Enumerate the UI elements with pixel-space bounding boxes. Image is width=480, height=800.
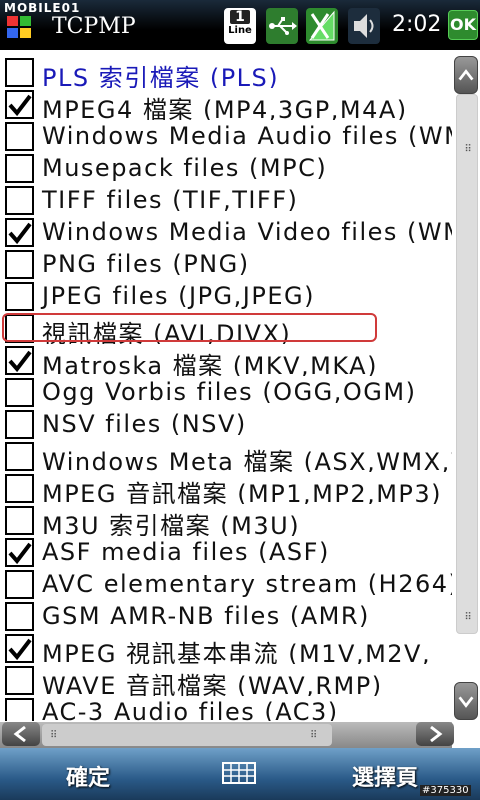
list-item[interactable]: Windows Meta 檔案 (ASX,WMX,W xyxy=(0,440,452,472)
usb-icon[interactable] xyxy=(266,8,298,44)
item-label: Windows Meta 檔案 (ASX,WMX,W xyxy=(42,448,452,472)
list-item[interactable]: JPEG files (JPG,JPEG) xyxy=(0,280,452,312)
item-label: AC-3 Audio files (AC3) xyxy=(42,698,339,721)
checkmark-icon xyxy=(8,94,32,117)
checkbox[interactable] xyxy=(5,474,34,503)
item-label: WAVE 音訊檔案 (WAV,RMP) xyxy=(42,672,383,696)
list-item[interactable]: Ogg Vorbis files (OGG,OGM) xyxy=(0,376,452,408)
item-label: ASF media files (ASF) xyxy=(42,538,330,566)
list-item[interactable]: Musepack files (MPC) xyxy=(0,152,452,184)
confirm-softkey[interactable]: 確定 xyxy=(66,760,110,792)
checkbox[interactable] xyxy=(5,186,34,215)
checkbox[interactable] xyxy=(5,442,34,471)
checkbox[interactable] xyxy=(5,90,34,119)
volume-icon[interactable] xyxy=(348,8,380,44)
list-item[interactable]: PLS 索引檔案 (PLS) xyxy=(0,56,452,88)
item-label: M3U 索引檔案 (M3U) xyxy=(42,512,301,536)
vertical-scrollbar[interactable]: ⠿ ⠿ xyxy=(452,50,480,725)
scroll-left-button[interactable] xyxy=(2,722,40,746)
checkbox[interactable] xyxy=(5,634,34,663)
watermark-text: MOBILE01 xyxy=(4,1,81,15)
list-item[interactable]: Windows Media Video files (WM, xyxy=(0,216,452,248)
list-item[interactable]: M3U 索引檔案 (M3U) xyxy=(0,504,452,536)
select-page-softkey[interactable]: 選擇頁 xyxy=(352,760,418,792)
windows-start-icon[interactable] xyxy=(6,14,32,40)
checkbox[interactable] xyxy=(5,570,34,599)
checkbox[interactable] xyxy=(5,666,34,695)
item-label: Windows Media Video files (WM, xyxy=(42,218,452,246)
scroll-right-button[interactable] xyxy=(416,722,454,746)
horizontal-scroll-thumb[interactable]: ⠿ ⠿ xyxy=(42,724,332,746)
list-item[interactable]: NSV files (NSV) xyxy=(0,408,452,440)
checkmark-icon xyxy=(8,542,32,565)
list-item[interactable]: MPEG 音訊檔案 (MP1,MP2,MP3) xyxy=(0,472,452,504)
list-item[interactable]: MPEG4 檔案 (MP4,3GP,M4A) xyxy=(0,88,452,120)
list-item[interactable]: GSM AMR-NB files (AMR) xyxy=(0,600,452,632)
item-label: Ogg Vorbis files (OGG,OGM) xyxy=(42,378,417,406)
checkbox[interactable] xyxy=(5,698,34,721)
item-label: NSV files (NSV) xyxy=(42,410,247,438)
list-item[interactable]: MPEG 視訊基本串流 (M1V,M2V, xyxy=(0,632,452,664)
vertical-scroll-thumb[interactable]: ⠿ ⠿ xyxy=(456,94,478,634)
hgrip-left-icon: ⠿ xyxy=(50,730,58,741)
checkmark-icon xyxy=(8,350,32,373)
scroll-down-button[interactable] xyxy=(454,682,478,720)
line-number: 1 xyxy=(230,10,250,24)
keyboard-icon[interactable] xyxy=(222,762,256,784)
checkbox[interactable] xyxy=(5,410,34,439)
list-item[interactable]: Windows Media Audio files (WMA xyxy=(0,120,452,152)
checkmark-icon xyxy=(8,222,32,245)
item-label: AVC elementary stream (H264) xyxy=(42,570,452,598)
ok-button[interactable]: OK xyxy=(448,10,478,40)
checkbox[interactable] xyxy=(5,282,34,311)
list-item[interactable]: TIFF files (TIF,TIFF) xyxy=(0,184,452,216)
list-item[interactable]: Matroska 檔案 (MKV,MKA) xyxy=(0,344,452,376)
file-type-list: PLS 索引檔案 (PLS) MPEG4 檔案 (MP4,3GP,M4A) Wind… xyxy=(0,56,452,721)
signal-icon[interactable] xyxy=(306,8,338,44)
item-label: Windows Media Audio files (WMA xyxy=(42,122,452,150)
app-title: TCPMP xyxy=(52,14,136,39)
list-item[interactable]: PNG files (PNG) xyxy=(0,248,452,280)
item-label: TIFF files (TIF,TIFF) xyxy=(42,186,299,214)
item-label: MPEG 音訊檔案 (MP1,MP2,MP3) xyxy=(42,480,443,504)
checkbox[interactable] xyxy=(5,250,34,279)
item-label: MPEG4 檔案 (MP4,3GP,M4A) xyxy=(42,96,408,120)
item-label: PLS 索引檔案 (PLS) xyxy=(42,64,280,88)
list-item[interactable]: AC-3 Audio files (AC3) xyxy=(0,696,452,721)
item-label: Matroska 檔案 (MKV,MKA) xyxy=(42,352,378,376)
checkbox[interactable] xyxy=(5,538,34,567)
checkbox[interactable] xyxy=(5,506,34,535)
line-label: Line xyxy=(228,25,252,36)
line-indicator-icon[interactable]: 1 Line xyxy=(224,8,256,44)
highlight-annotation-box xyxy=(2,313,377,342)
item-label: MPEG 視訊基本串流 (M1V,M2V, xyxy=(42,640,432,664)
grip-top-icon: ⠿ xyxy=(464,144,472,155)
grip-bottom-icon: ⠿ xyxy=(464,612,472,623)
watermark-id: #375330 xyxy=(420,785,471,796)
checkbox[interactable] xyxy=(5,58,34,87)
softkey-bar: 確定 選擇頁 xyxy=(0,748,480,800)
checkbox[interactable] xyxy=(5,346,34,375)
checkbox[interactable] xyxy=(5,378,34,407)
item-label: JPEG files (JPG,JPEG) xyxy=(42,282,315,310)
item-label: PNG files (PNG) xyxy=(42,250,250,278)
checkmark-icon xyxy=(8,638,32,661)
hgrip-right-icon: ⠿ xyxy=(310,730,318,741)
item-label: Musepack files (MPC) xyxy=(42,154,328,182)
status-bar: MOBILE01 TCPMP 1 Line 2:02 OK xyxy=(0,0,480,50)
checkbox[interactable] xyxy=(5,154,34,183)
list-item[interactable]: ASF media files (ASF) xyxy=(0,536,452,568)
list-item[interactable]: WAVE 音訊檔案 (WAV,RMP) xyxy=(0,664,452,696)
scroll-up-button[interactable] xyxy=(454,56,478,94)
checkbox[interactable] xyxy=(5,218,34,247)
horizontal-scrollbar[interactable]: ⠿ ⠿ xyxy=(0,722,454,748)
item-label: GSM AMR-NB files (AMR) xyxy=(42,602,370,630)
checkbox[interactable] xyxy=(5,122,34,151)
clock-time: 2:02 xyxy=(392,12,442,37)
checkbox[interactable] xyxy=(5,602,34,631)
list-item[interactable]: AVC elementary stream (H264) xyxy=(0,568,452,600)
